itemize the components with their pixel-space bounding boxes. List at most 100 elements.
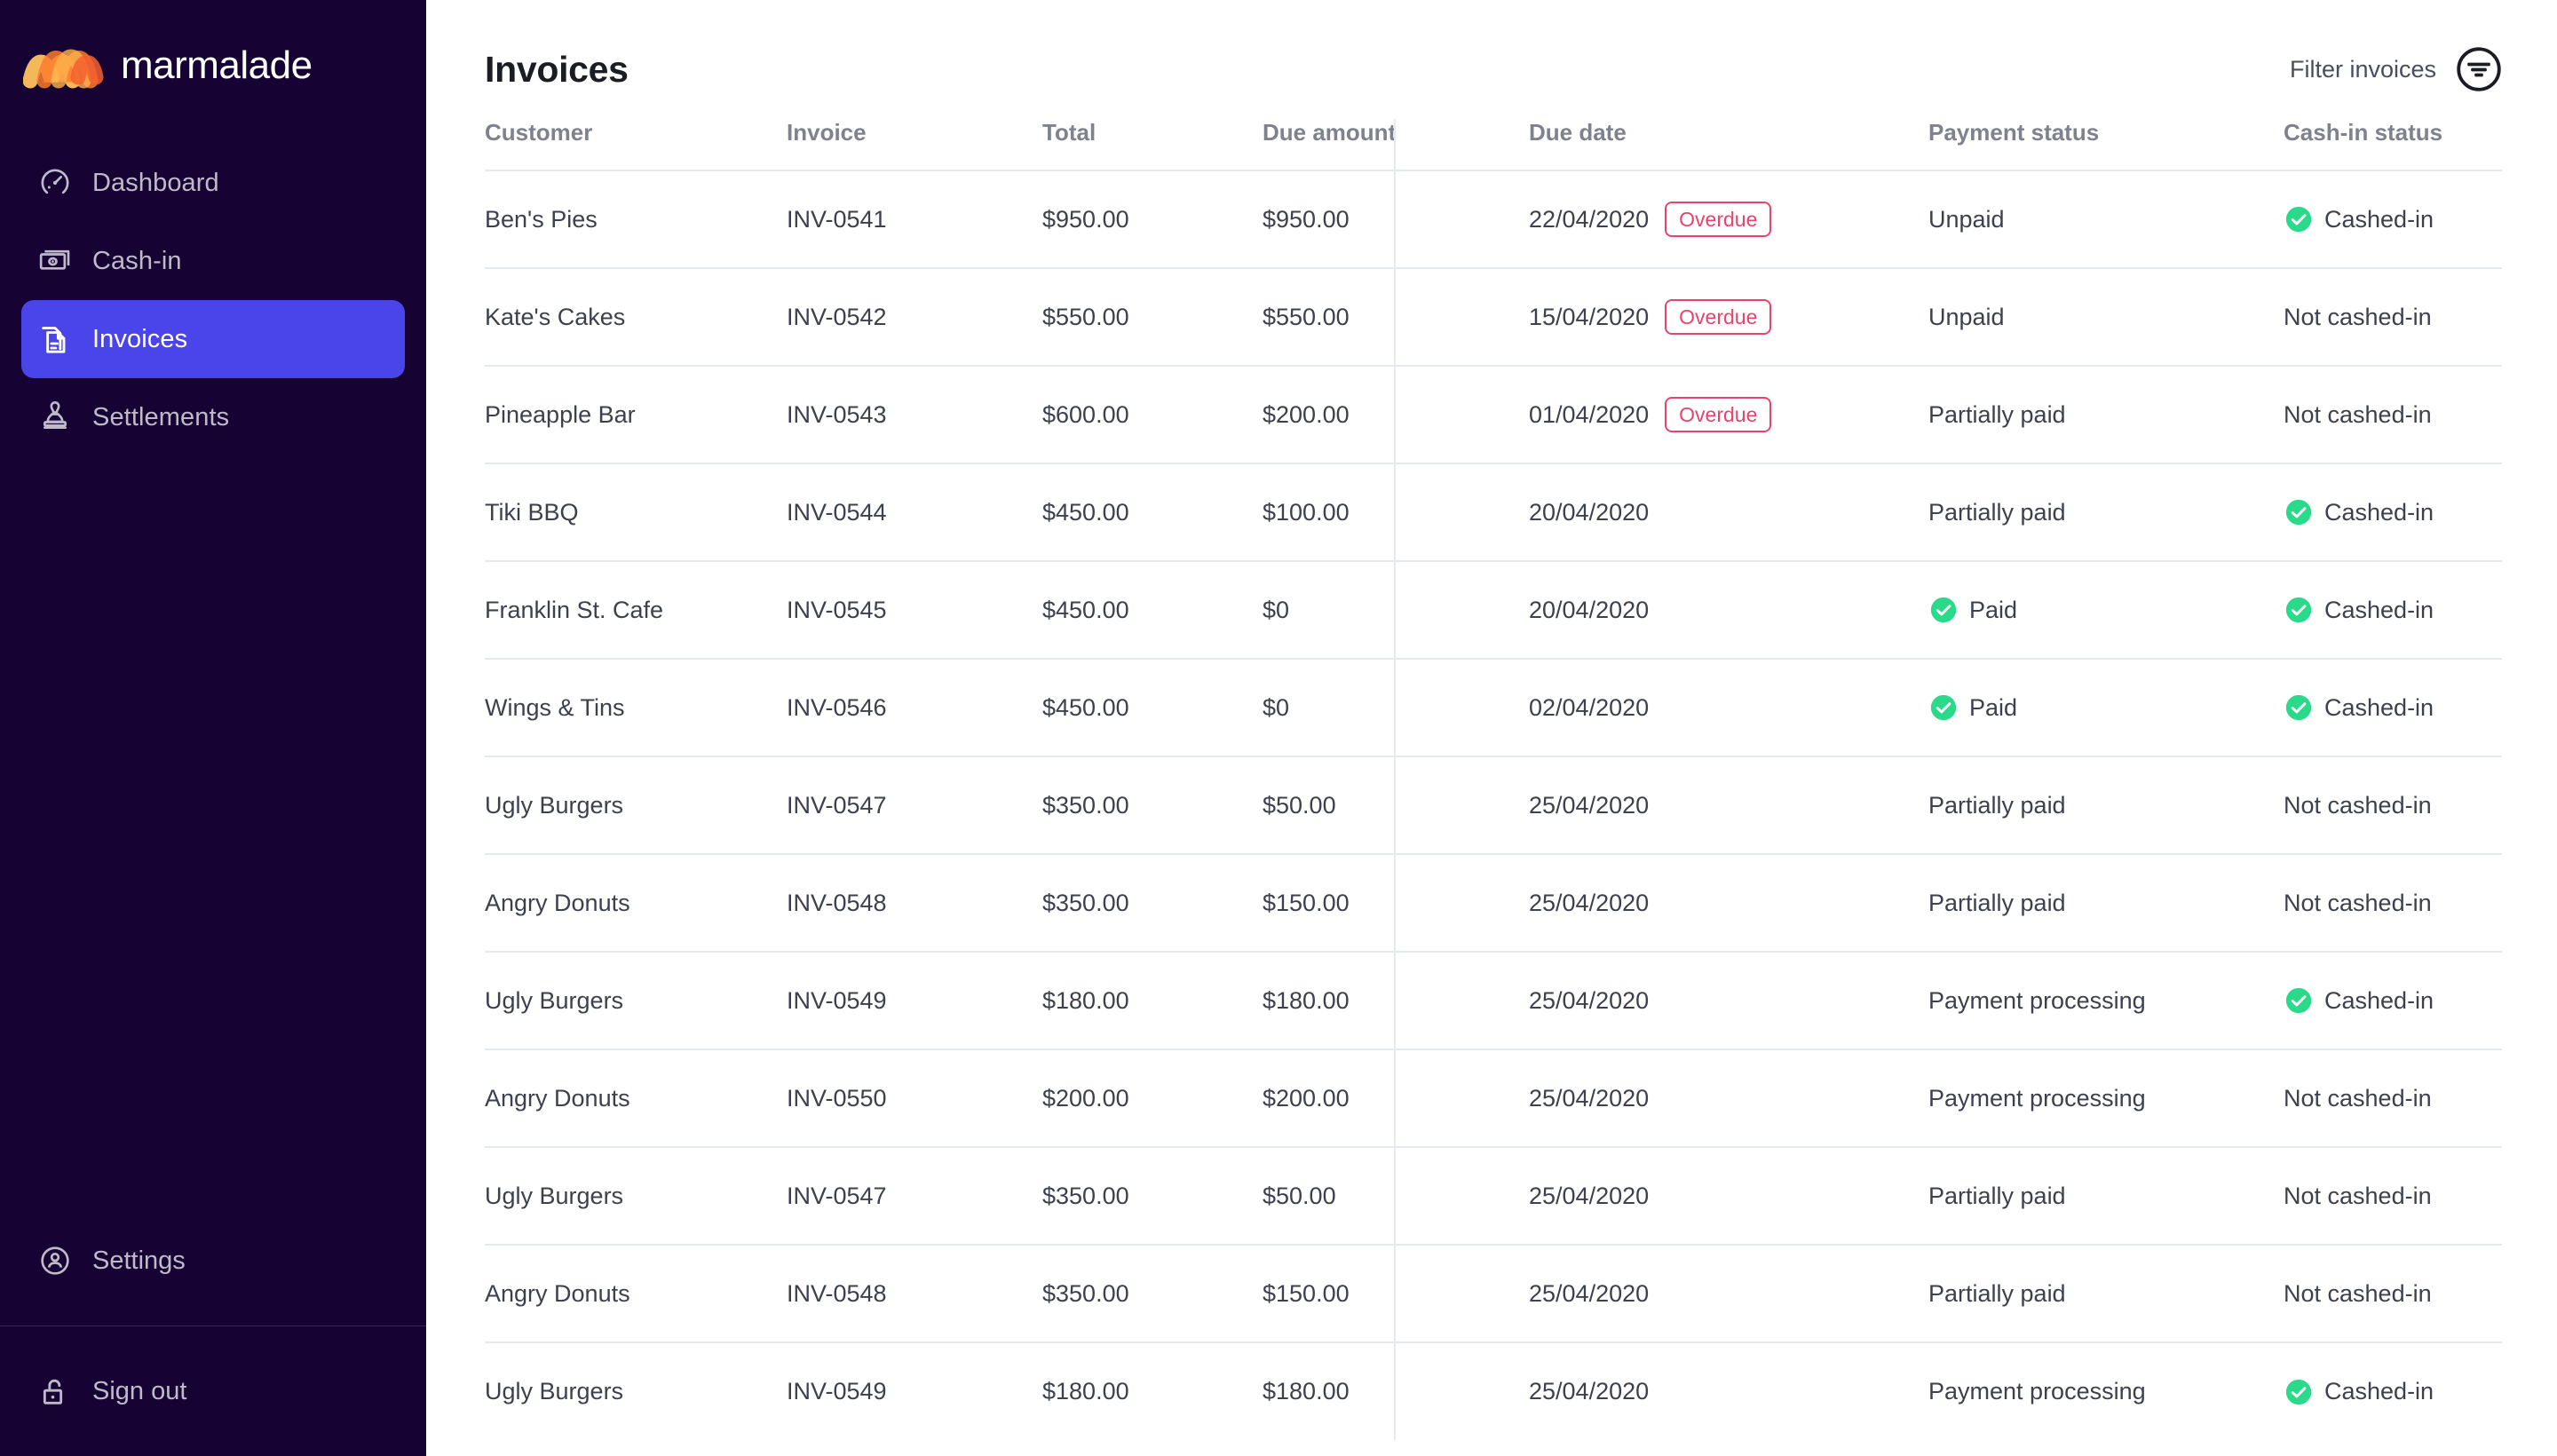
sidebar-item-invoices[interactable]: Invoices	[21, 300, 405, 378]
cell-customer: Ugly Burgers	[485, 756, 787, 855]
cell-invoice: INV-0543	[787, 366, 1042, 464]
cell-customer: Franklin St. Cafe	[485, 561, 787, 660]
sidebar-item-cash-in[interactable]: Cash-in	[21, 222, 405, 300]
cash-in-status-text: Not cashed-in	[2284, 1182, 2432, 1209]
cell-payment-status: Payment processing	[1928, 1049, 2284, 1148]
due-date-text: 25/04/2020	[1529, 986, 1650, 1014]
cell-payment-status: Unpaid	[1928, 170, 2284, 269]
cell-payment-status: Partially paid	[1928, 854, 2284, 953]
column-header-total[interactable]: Total	[1042, 119, 1263, 171]
cell-invoice: INV-0542	[787, 268, 1042, 367]
cell-due-date: 25/04/2020	[1529, 1245, 1928, 1343]
cell-cash-in-status: Not cashed-in	[2284, 1049, 2502, 1148]
cell-invoice: INV-0550	[787, 1049, 1042, 1148]
table-row[interactable]: Ben's Pies INV-0541 $950.00 $950.00 22/04/20…	[485, 170, 2502, 269]
cell-due-amount: $200.00	[1263, 366, 1529, 464]
table-row[interactable]: Ugly Burgers INV-0549 $180.00 $180.00 25/04/…	[485, 952, 2502, 1050]
cell-total: $350.00	[1042, 854, 1263, 953]
cell-due-date: 25/04/2020	[1529, 952, 1928, 1050]
due-date-text: 01/04/2020	[1529, 400, 1650, 428]
table-row[interactable]: Pineapple Bar INV-0543 $600.00 $200.00 01/04…	[485, 366, 2502, 464]
due-date-text: 25/04/2020	[1529, 1182, 1650, 1209]
status-badge-overdue: Overdue	[1665, 202, 1772, 237]
cell-payment-status: Payment processing	[1928, 1342, 2284, 1440]
cell-customer: Angry Donuts	[485, 1245, 787, 1343]
table-row[interactable]: Angry Donuts INV-0548 $350.00 $150.00 25/04/…	[485, 854, 2502, 953]
column-header-due-date[interactable]: Due date	[1529, 119, 1928, 171]
table-row[interactable]: Wings & Tins INV-0546 $450.00 $0 02/04/2020 P…	[485, 659, 2502, 757]
filter-invoices-button[interactable]: Filter invoices	[2290, 46, 2502, 92]
cell-customer: Ugly Burgers	[485, 952, 787, 1050]
cell-cash-in-status: Cashed-in	[2284, 463, 2502, 562]
page-header: Invoices Filter invoices	[426, 25, 2557, 114]
sidebar-item-label: Settings	[92, 1246, 186, 1275]
cell-total: $350.00	[1042, 756, 1263, 855]
check-circle-icon	[2284, 692, 2314, 723]
cell-cash-in-status: Not cashed-in	[2284, 1245, 2502, 1343]
cash-in-status-text: Cashed-in	[2324, 498, 2434, 526]
cell-due-amount: $180.00	[1263, 952, 1529, 1050]
cell-cash-in-status: Cashed-in	[2284, 1342, 2502, 1440]
table-row[interactable]: Ugly Burgers INV-0547 $350.00 $50.00 25/04/2…	[485, 756, 2502, 855]
payment-status-text: Unpaid	[1928, 205, 2005, 233]
cell-payment-status: Partially paid	[1928, 1147, 2284, 1246]
column-header-cash-in-status[interactable]: Cash-in status	[2284, 119, 2502, 171]
cell-due-date: 01/04/2020 Overdue	[1529, 366, 1928, 464]
banknotes-icon	[37, 243, 73, 279]
cell-cash-in-status: Not cashed-in	[2284, 756, 2502, 855]
cell-due-date: 15/04/2020 Overdue	[1529, 268, 1928, 367]
cell-due-amount: $950.00	[1263, 170, 1529, 269]
brand-logo[interactable]: marmalade	[0, 20, 426, 108]
cell-payment-status: Partially paid	[1928, 1245, 2284, 1343]
due-date-text: 25/04/2020	[1529, 1084, 1650, 1112]
filter-circle-icon[interactable]	[2456, 46, 2502, 92]
cell-customer: Pineapple Bar	[485, 366, 787, 464]
column-header-invoice[interactable]: Invoice	[787, 119, 1042, 171]
table-row[interactable]: Angry Donuts INV-0550 $200.00 $200.00 25/04/…	[485, 1049, 2502, 1148]
cell-payment-status: Partially paid	[1928, 366, 2284, 464]
table-row[interactable]: Franklin St. Cafe INV-0545 $450.00 $0 20/04/…	[485, 561, 2502, 660]
table-row[interactable]: Ugly Burgers INV-0549 $180.00 $180.00 25/04/…	[485, 1342, 2502, 1440]
app-root: marmalade Dashboard Cash-in Invoices Set…	[0, 0, 2557, 1456]
due-date-text: 02/04/2020	[1529, 693, 1650, 721]
table-body: Ben's Pies INV-0541 $950.00 $950.00 22/04/20…	[485, 170, 2502, 1440]
sidebar-item-settlements[interactable]: Settlements	[21, 378, 405, 456]
cell-total: $450.00	[1042, 659, 1263, 757]
sidebar-item-label: Dashboard	[92, 168, 219, 197]
user-circle-icon	[37, 1243, 73, 1278]
column-header-customer[interactable]: Customer	[485, 119, 787, 171]
table-row[interactable]: Angry Donuts INV-0548 $350.00 $150.00 25/04/…	[485, 1245, 2502, 1343]
sidebar: marmalade Dashboard Cash-in Invoices Set…	[0, 0, 426, 1456]
table-row[interactable]: Tiki BBQ INV-0544 $450.00 $100.00 20/04/2020…	[485, 463, 2502, 562]
due-date-text: 25/04/2020	[1529, 1378, 1650, 1405]
cell-total: $550.00	[1042, 268, 1263, 367]
column-header-due-amount[interactable]: Due amount	[1263, 119, 1529, 171]
cell-payment-status: Payment processing	[1928, 952, 2284, 1050]
cell-due-date: 20/04/2020	[1529, 463, 1928, 562]
cash-in-status-text: Cashed-in	[2324, 1378, 2434, 1405]
invoices-table-container: Customer Invoice Total Due amount Due da…	[426, 119, 2557, 1440]
cell-due-amount: $0	[1263, 659, 1529, 757]
cell-due-amount: $100.00	[1263, 463, 1529, 562]
cell-total: $350.00	[1042, 1147, 1263, 1246]
cell-payment-status: Paid	[1928, 561, 2284, 660]
cell-due-date: 25/04/2020	[1529, 1147, 1928, 1246]
due-date-text: 25/04/2020	[1529, 791, 1650, 819]
cell-invoice: INV-0547	[787, 756, 1042, 855]
table-row[interactable]: Ugly Burgers INV-0547 $350.00 $50.00 25/04/2…	[485, 1147, 2502, 1246]
check-circle-icon	[2284, 985, 2314, 1016]
cell-payment-status: Partially paid	[1928, 463, 2284, 562]
status-badge-overdue: Overdue	[1665, 299, 1772, 335]
cell-customer: Ben's Pies	[485, 170, 787, 269]
sidebar-item-dashboard[interactable]: Dashboard	[21, 144, 405, 222]
table-head: Customer Invoice Total Due amount Due da…	[485, 119, 2502, 171]
sidebar-item-settings[interactable]: Settings	[0, 1196, 426, 1325]
column-header-payment-status[interactable]: Payment status	[1928, 119, 2284, 171]
sidebar-item-label: Cash-in	[92, 246, 182, 275]
sidebar-item-sign-out[interactable]: Sign out	[0, 1326, 426, 1456]
cell-customer: Kate's Cakes	[485, 268, 787, 367]
payment-status-text: Payment processing	[1928, 986, 2146, 1014]
table-row[interactable]: Kate's Cakes INV-0542 $550.00 $550.00 15/04/…	[485, 268, 2502, 367]
stamp-icon	[37, 400, 73, 435]
cell-due-amount: $150.00	[1263, 854, 1529, 953]
